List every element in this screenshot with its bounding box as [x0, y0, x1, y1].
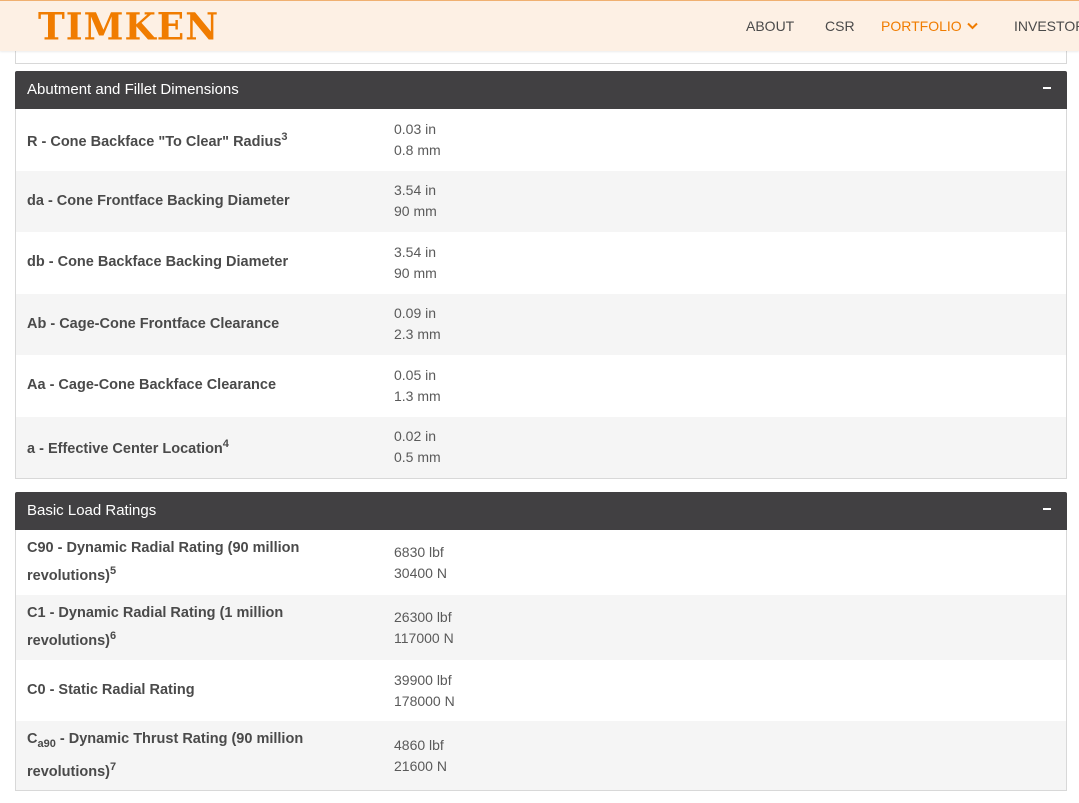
- row-label: db - Cone Backface Backing Diameter: [27, 254, 289, 271]
- table-row: da - Cone Frontface Backing Diameter 3.5…: [16, 170, 1066, 232]
- nav-about[interactable]: ABOUT: [746, 18, 794, 34]
- load-ratings-panel-header[interactable]: Basic Load Ratings: [15, 492, 1067, 530]
- table-row: C0 - Static Radial Rating 39900 lbf 17800…: [16, 660, 1066, 721]
- abutment-panel: Abutment and Fillet Dimensions R - Cone …: [15, 71, 1067, 479]
- row-values: 0.05 in 1.3 mm: [394, 366, 441, 404]
- row-values: 4860 lbf 21600 N: [394, 736, 447, 774]
- collapse-icon[interactable]: [1041, 71, 1055, 109]
- table-row: Aa - Cage-Cone Backface Clearance 0.05 i…: [16, 355, 1066, 417]
- row-values: 0.02 in 0.5 mm: [394, 428, 441, 466]
- table-row: C1 - Dynamic Radial Rating (1 million rev…: [16, 595, 1066, 660]
- row-label: da - Cone Frontface Backing Diameter: [27, 192, 290, 209]
- table-row: Ab - Cage-Cone Frontface Clearance 0.09 …: [16, 293, 1066, 355]
- row-label: Ab - Cage-Cone Frontface Clearance: [27, 315, 280, 332]
- row-label: C90 - Dynamic Radial Rating (90 million r…: [27, 540, 300, 584]
- chevron-down-icon: [966, 22, 978, 30]
- abutment-panel-header[interactable]: Abutment and Fillet Dimensions: [15, 71, 1067, 109]
- nav-csr[interactable]: CSR: [825, 18, 855, 34]
- row-label: Aa - Cage-Cone Backface Clearance: [27, 377, 277, 394]
- load-ratings-panel-title: Basic Load Ratings: [27, 502, 157, 519]
- main-nav: ABOUT CSR PORTFOLIO INVESTOR: [0, 18, 1079, 38]
- load-ratings-panel: Basic Load Ratings C90 - Dynamic Radial …: [15, 492, 1067, 791]
- table-row: Ca90 - Dynamic Thrust Rating (90 million…: [16, 721, 1066, 790]
- collapse-icon[interactable]: [1041, 492, 1055, 530]
- row-label: a - Effective Center Location4: [27, 438, 229, 458]
- site-header: TIMKEN ABOUT CSR PORTFOLIO INVESTOR: [0, 0, 1079, 51]
- row-values: 0.09 in 2.3 mm: [394, 305, 441, 343]
- row-label: C0 - Static Radial Rating: [27, 682, 195, 698]
- nav-portfolio[interactable]: PORTFOLIO: [881, 18, 978, 34]
- row-values: 3.54 in 90 mm: [394, 182, 437, 220]
- row-values: 0.03 in 0.8 mm: [394, 120, 441, 158]
- abutment-table: R - Cone Backface "To Clear" Radius3 0.0…: [15, 109, 1067, 479]
- row-values: 39900 lbf 178000 N: [394, 671, 455, 709]
- nav-investor[interactable]: INVESTOR: [1014, 18, 1079, 34]
- table-row: R - Cone Backface "To Clear" Radius3 0.0…: [16, 109, 1066, 171]
- table-row: a - Effective Center Location4 0.02 in 0.…: [16, 416, 1066, 478]
- row-label: Ca90 - Dynamic Thrust Rating (90 million…: [27, 730, 304, 780]
- row-label: C1 - Dynamic Radial Rating (1 million rev…: [27, 605, 284, 649]
- row-values: 3.54 in 90 mm: [394, 243, 437, 281]
- previous-section-edge: [15, 50, 1067, 64]
- row-values: 6830 lbf 30400 N: [394, 543, 447, 581]
- nav-portfolio-label: PORTFOLIO: [881, 18, 962, 34]
- load-ratings-table: C90 - Dynamic Radial Rating (90 million r…: [15, 530, 1067, 791]
- abutment-panel-title: Abutment and Fillet Dimensions: [27, 81, 239, 98]
- row-label: R - Cone Backface "To Clear" Radius3: [27, 130, 288, 150]
- table-row: C90 - Dynamic Radial Rating (90 million r…: [16, 530, 1066, 595]
- table-row: db - Cone Backface Backing Diameter 3.54…: [16, 232, 1066, 294]
- row-values: 26300 lbf 117000 N: [394, 608, 454, 646]
